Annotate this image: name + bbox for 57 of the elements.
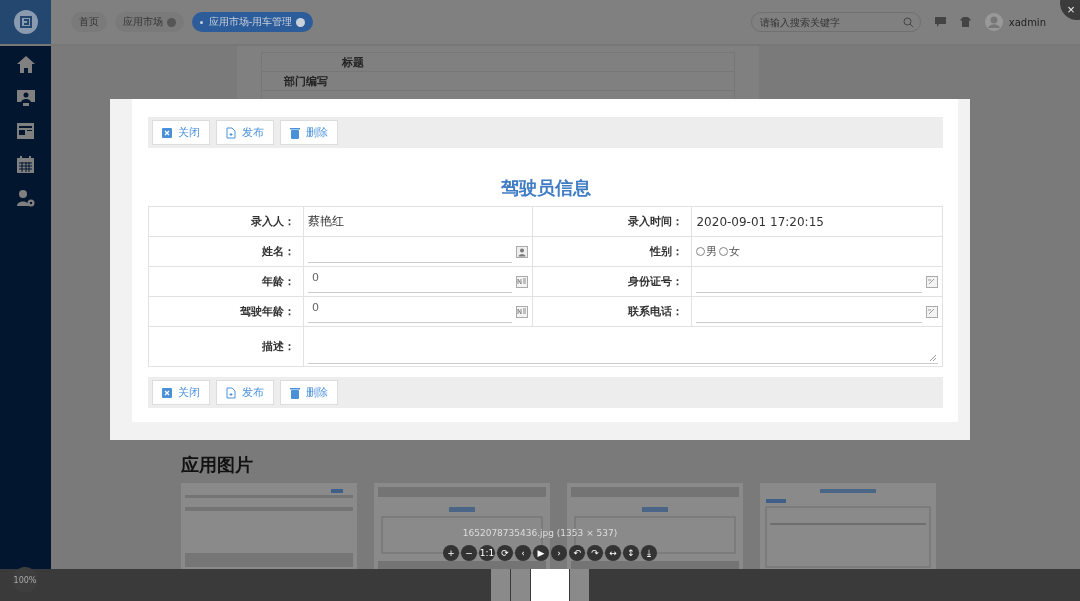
user-settings-icon[interactable] — [16, 190, 35, 207]
close-button[interactable]: 关闭 — [152, 380, 210, 405]
field-label: 录入人： — [251, 215, 295, 228]
avatar-icon[interactable] — [984, 13, 1003, 31]
trash-icon — [290, 386, 300, 399]
search-input[interactable]: 请输入搜索关键字 — [757, 15, 903, 29]
person-icon — [516, 245, 529, 258]
close-icon — [162, 127, 172, 138]
chat-icon[interactable] — [934, 17, 946, 27]
delete-button[interactable]: 删除 — [280, 380, 338, 405]
search-icon — [902, 16, 914, 28]
edit-icon — [926, 305, 938, 318]
close-button[interactable]: 关闭 — [152, 120, 210, 145]
input-field[interactable]: 0 — [308, 300, 513, 323]
edit-icon — [926, 275, 938, 288]
calendar-icon[interactable] — [17, 156, 34, 173]
user-name[interactable]: xadmin — [1008, 16, 1046, 28]
field-label: 录入时间： — [628, 215, 684, 228]
section-title: 应用图片 — [181, 453, 254, 477]
home-icon[interactable] — [16, 56, 35, 73]
field-label: 联系电话： — [628, 305, 684, 318]
tab[interactable]: 应用市场-用车管理 — [192, 12, 314, 32]
resize-handle-icon[interactable] — [930, 354, 936, 361]
monitor-icon[interactable] — [16, 90, 35, 106]
field-label: 性别： — [650, 245, 684, 258]
close-icon — [162, 387, 172, 398]
field-label: 描述： — [262, 340, 295, 353]
delete-button[interactable]: 删除 — [280, 120, 338, 145]
thumbnail[interactable] — [570, 569, 589, 601]
field-label: 年龄： — [262, 275, 295, 288]
section-label: 部门编写 — [284, 73, 328, 89]
input-field[interactable]: 0 — [308, 270, 513, 293]
field-label: 身份证号： — [628, 275, 684, 288]
thumbnail[interactable] — [491, 569, 510, 601]
field-value: 2020-09-01 17:20:15 — [696, 214, 824, 229]
field-label: 标题 — [342, 54, 364, 70]
logo-icon — [0, 0, 51, 44]
radio-label: 女 — [729, 244, 741, 259]
number-icon — [516, 275, 529, 288]
document-icon — [226, 126, 236, 139]
radio-label: 男 — [706, 244, 718, 259]
shirt-icon[interactable] — [959, 17, 971, 27]
publish-button[interactable]: 发布 — [216, 380, 274, 405]
field-value: 蔡艳红 — [308, 214, 344, 228]
field-label: 驾驶年龄： — [240, 305, 295, 318]
image-caption: 1652078735436.jpg (1353 × 537) — [461, 528, 619, 538]
document-icon — [226, 386, 236, 399]
search-field[interactable]: 请输入搜索关键字 — [750, 12, 921, 32]
thumbnail[interactable] — [531, 569, 569, 601]
thumbnail[interactable] — [511, 569, 530, 601]
number-icon — [516, 305, 529, 318]
form-title: 驾驶员信息 — [499, 176, 592, 200]
field-label: 姓名： — [262, 245, 295, 258]
publish-button[interactable]: 发布 — [216, 120, 274, 145]
viewer-control[interactable]: › — [551, 545, 567, 561]
trash-icon — [290, 126, 300, 139]
news-icon[interactable] — [17, 123, 34, 139]
